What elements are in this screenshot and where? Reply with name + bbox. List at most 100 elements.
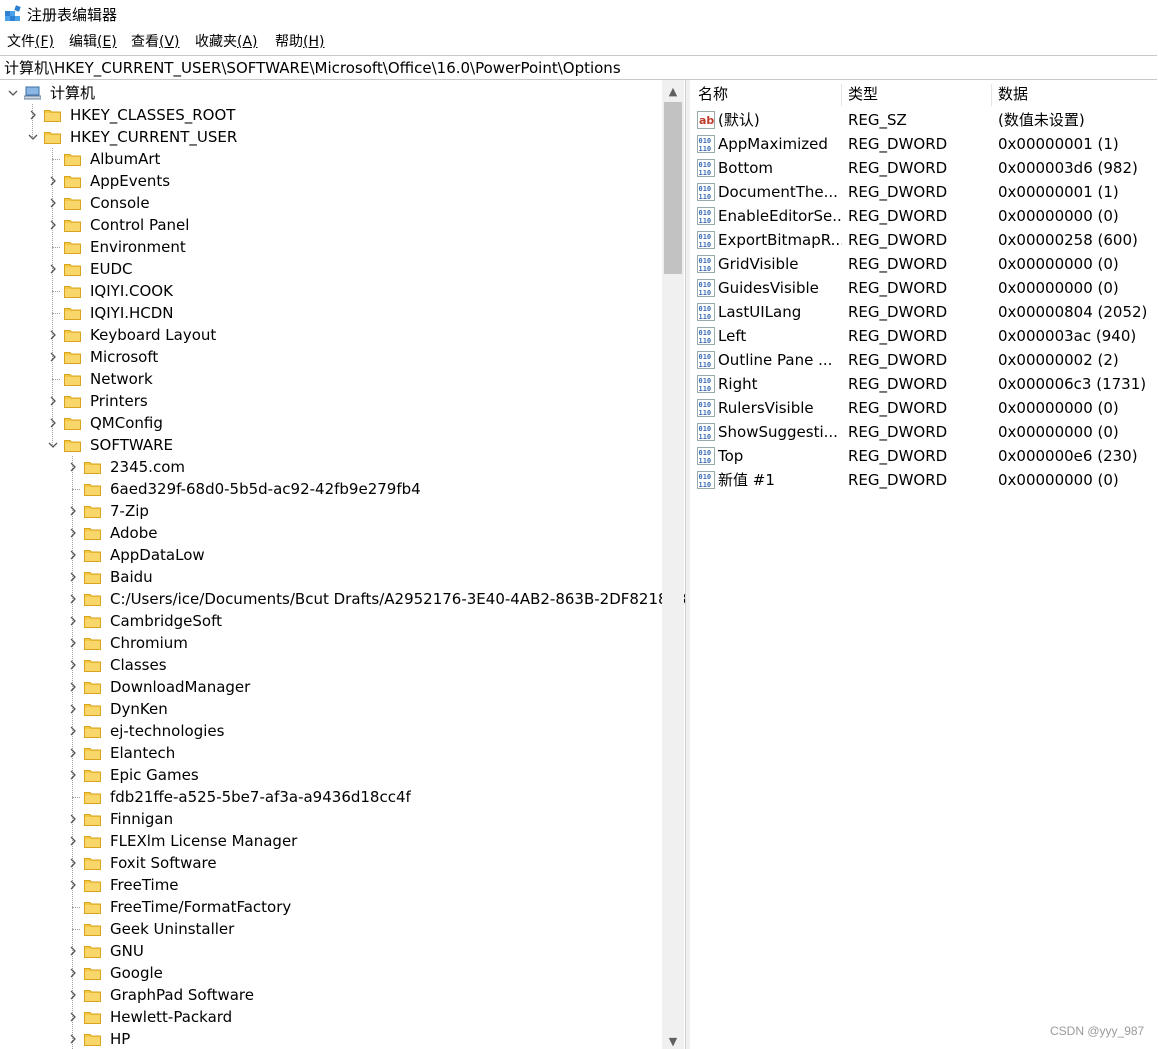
- tree-node[interactable]: Control Panel: [0, 214, 660, 236]
- chevron-right-icon[interactable]: [68, 594, 78, 604]
- chevron-right-icon[interactable]: [48, 418, 58, 428]
- tree-node[interactable]: AppDataLow: [0, 544, 660, 566]
- chevron-right-icon[interactable]: [68, 968, 78, 978]
- values-list-pane[interactable]: 名称 类型 数据 ab (默认) REG_SZ (数值未设置) 010 110 AppMax…: [690, 80, 1158, 1049]
- menu-file[interactable]: 文件(F): [7, 32, 54, 52]
- tree-node[interactable]: Elantech: [0, 742, 660, 764]
- tree-node[interactable]: DynKen: [0, 698, 660, 720]
- tree-node[interactable]: SOFTWARE: [0, 434, 660, 456]
- chevron-right-icon[interactable]: [68, 550, 78, 560]
- tree-node[interactable]: Classes: [0, 654, 660, 676]
- tree-node[interactable]: Geek Uninstaller: [0, 918, 660, 940]
- value-row[interactable]: 010 110 DocumentThe... REG_DWORD 0x00000001 …: [690, 180, 1158, 204]
- value-row[interactable]: 010 110 Bottom REG_DWORD 0x000003d6 (982): [690, 156, 1158, 180]
- chevron-right-icon[interactable]: [48, 176, 58, 186]
- chevron-right-icon[interactable]: [48, 352, 58, 362]
- tree-node[interactable]: Network: [0, 368, 660, 390]
- tree-node[interactable]: C:/Users/ice/Documents/Bcut Drafts/A2952…: [0, 588, 685, 610]
- tree-node[interactable]: Keyboard Layout: [0, 324, 660, 346]
- key-tree-pane[interactable]: 计算机 HKEY_CLASSES_ROOT HKEY_CURRENT_USER Alb…: [0, 80, 686, 1049]
- chevron-right-icon[interactable]: [68, 946, 78, 956]
- scroll-down-icon[interactable]: ▼: [665, 1034, 681, 1049]
- chevron-right-icon[interactable]: [68, 770, 78, 780]
- chevron-right-icon[interactable]: [68, 1034, 78, 1044]
- address-path[interactable]: 计算机\HKEY_CURRENT_USER\SOFTWARE\Microsoft…: [4, 58, 621, 78]
- chevron-right-icon[interactable]: [68, 682, 78, 692]
- value-row[interactable]: 010 110 ExportBitmapR... REG_DWORD 0x0000025…: [690, 228, 1158, 252]
- tree-node[interactable]: Finnigan: [0, 808, 660, 830]
- menu-help[interactable]: 帮助(H): [275, 32, 324, 52]
- value-row[interactable]: 010 110 Left REG_DWORD 0x000003ac (940): [690, 324, 1158, 348]
- tree-node[interactable]: FreeTime: [0, 874, 660, 896]
- menu-edit[interactable]: 编辑(E): [69, 32, 117, 52]
- chevron-right-icon[interactable]: [68, 704, 78, 714]
- value-row[interactable]: 010 110 新值 #1 REG_DWORD 0x00000000 (0): [690, 468, 1158, 492]
- value-row[interactable]: 010 110 Top REG_DWORD 0x000000e6 (230): [690, 444, 1158, 468]
- value-row[interactable]: 010 110 Outline Pane ... REG_DWORD 0x0000000…: [690, 348, 1158, 372]
- value-row[interactable]: 010 110 AppMaximized REG_DWORD 0x00000001 (1…: [690, 132, 1158, 156]
- column-divider[interactable]: [841, 84, 842, 106]
- menu-view[interactable]: 查看(V): [131, 32, 180, 52]
- column-header-data[interactable]: 数据: [998, 84, 1028, 104]
- chevron-down-icon[interactable]: [28, 132, 38, 142]
- tree-node[interactable]: Foxit Software: [0, 852, 660, 874]
- tree-node[interactable]: GraphPad Software: [0, 984, 660, 1006]
- chevron-right-icon[interactable]: [68, 572, 78, 582]
- tree-node[interactable]: Baidu: [0, 566, 660, 588]
- chevron-right-icon[interactable]: [68, 880, 78, 890]
- tree-node[interactable]: IQIYI.COOK: [0, 280, 660, 302]
- scroll-up-icon[interactable]: ▲: [665, 84, 681, 100]
- tree-node[interactable]: QMConfig: [0, 412, 660, 434]
- tree-node[interactable]: 6aed329f-68d0-5b5d-ac92-42fb9e279fb4: [0, 478, 660, 500]
- tree-node[interactable]: HKEY_CURRENT_USER: [0, 126, 660, 148]
- tree-node[interactable]: AlbumArt: [0, 148, 660, 170]
- tree-node[interactable]: Hewlett-Packard: [0, 1006, 660, 1028]
- tree-node[interactable]: 计算机: [0, 82, 660, 104]
- tree-node[interactable]: fdb21ffe-a525-5be7-af3a-a9436d18cc4f: [0, 786, 660, 808]
- value-row[interactable]: 010 110 ShowSuggesti... REG_DWORD 0x00000000…: [690, 420, 1158, 444]
- tree-node[interactable]: Printers: [0, 390, 660, 412]
- chevron-right-icon[interactable]: [68, 748, 78, 758]
- tree-node[interactable]: Adobe: [0, 522, 660, 544]
- column-header-type[interactable]: 类型: [848, 84, 878, 104]
- chevron-right-icon[interactable]: [68, 506, 78, 516]
- chevron-right-icon[interactable]: [48, 330, 58, 340]
- value-row[interactable]: 010 110 GridVisible REG_DWORD 0x00000000 (0): [690, 252, 1158, 276]
- tree-node[interactable]: 2345.com: [0, 456, 660, 478]
- chevron-right-icon[interactable]: [48, 264, 58, 274]
- menu-favorites[interactable]: 收藏夹(A): [195, 32, 258, 52]
- chevron-right-icon[interactable]: [68, 858, 78, 868]
- tree-node[interactable]: GNU: [0, 940, 660, 962]
- chevron-right-icon[interactable]: [68, 726, 78, 736]
- tree-node[interactable]: FreeTime/FormatFactory: [0, 896, 660, 918]
- chevron-down-icon[interactable]: [8, 88, 18, 98]
- tree-node[interactable]: Google: [0, 962, 660, 984]
- value-row[interactable]: 010 110 EnableEditorSe... REG_DWORD 0x000000…: [690, 204, 1158, 228]
- value-row[interactable]: 010 110 LastUILang REG_DWORD 0x00000804 (205…: [690, 300, 1158, 324]
- tree-scroll-thumb[interactable]: [664, 102, 682, 274]
- value-row[interactable]: ab (默认) REG_SZ (数值未设置): [690, 108, 1158, 132]
- chevron-right-icon[interactable]: [68, 814, 78, 824]
- chevron-down-icon[interactable]: [48, 440, 58, 450]
- tree-node[interactable]: HKEY_CLASSES_ROOT: [0, 104, 660, 126]
- tree-node[interactable]: DownloadManager: [0, 676, 660, 698]
- column-header-name[interactable]: 名称: [698, 84, 728, 104]
- chevron-right-icon[interactable]: [28, 110, 38, 120]
- chevron-right-icon[interactable]: [68, 638, 78, 648]
- chevron-right-icon[interactable]: [68, 990, 78, 1000]
- tree-node[interactable]: IQIYI.HCDN: [0, 302, 660, 324]
- tree-node[interactable]: HP: [0, 1028, 660, 1049]
- chevron-right-icon[interactable]: [48, 396, 58, 406]
- tree-node[interactable]: Epic Games: [0, 764, 660, 786]
- tree-node[interactable]: Environment: [0, 236, 660, 258]
- chevron-right-icon[interactable]: [68, 660, 78, 670]
- chevron-right-icon[interactable]: [68, 528, 78, 538]
- tree-node[interactable]: Console: [0, 192, 660, 214]
- chevron-right-icon[interactable]: [68, 1012, 78, 1022]
- value-row[interactable]: 010 110 RulersVisible REG_DWORD 0x00000000 (…: [690, 396, 1158, 420]
- tree-node[interactable]: CambridgeSoft: [0, 610, 660, 632]
- address-bar[interactable]: 计算机\HKEY_CURRENT_USER\SOFTWARE\Microsoft…: [0, 55, 1157, 80]
- chevron-right-icon[interactable]: [48, 220, 58, 230]
- value-row[interactable]: 010 110 Right REG_DWORD 0x000006c3 (1731): [690, 372, 1158, 396]
- tree-node[interactable]: 7-Zip: [0, 500, 660, 522]
